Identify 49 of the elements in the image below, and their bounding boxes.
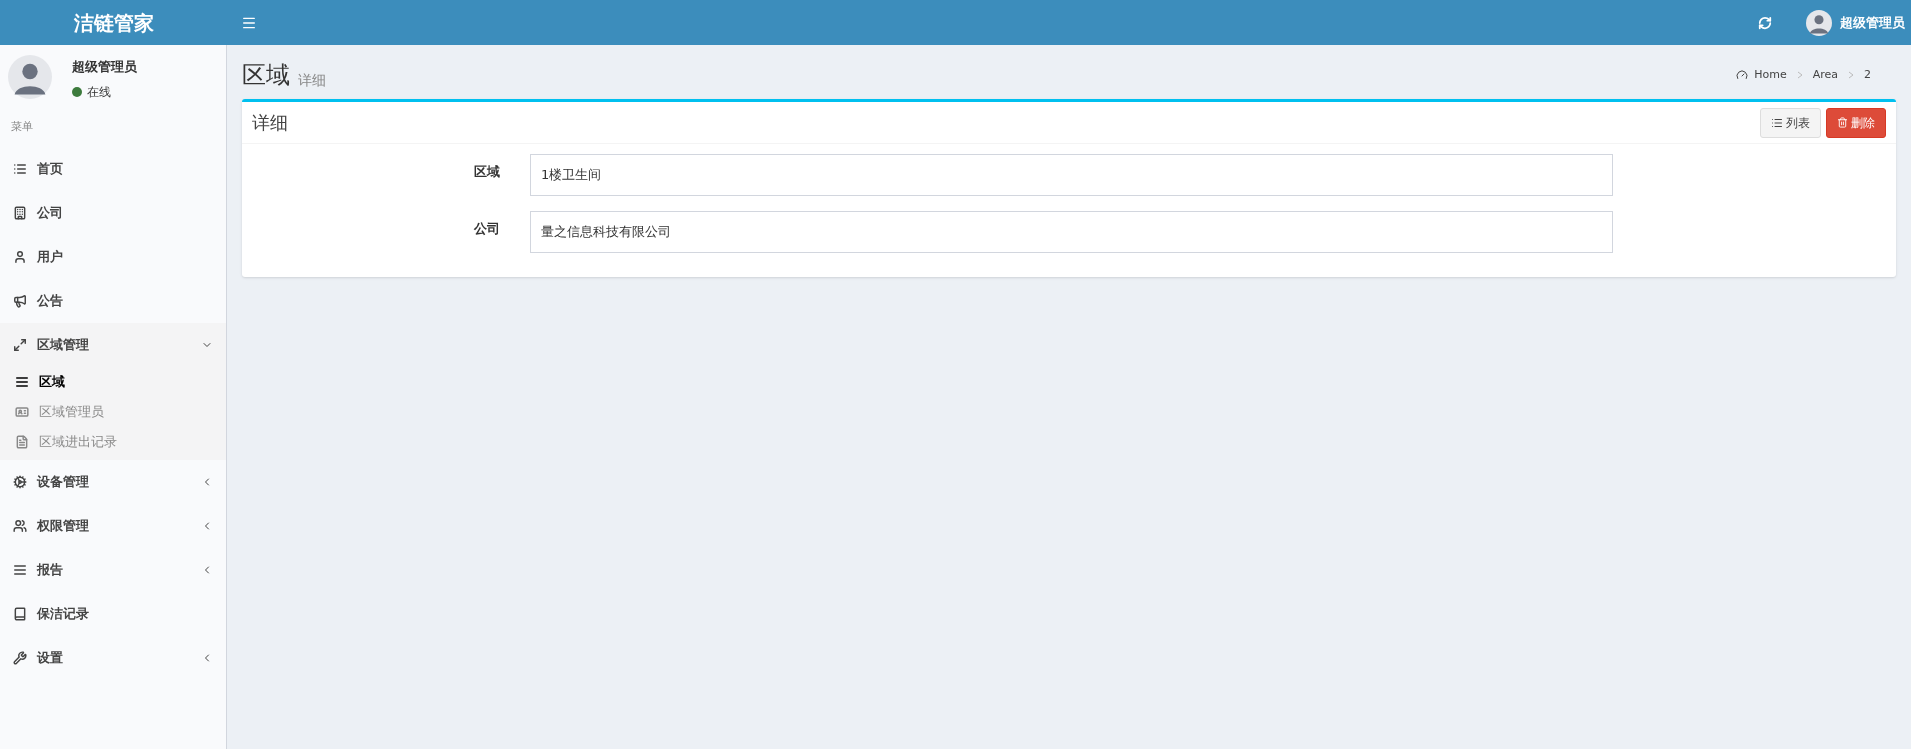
book-icon	[13, 607, 27, 621]
sidebar-item[interactable]: 设置	[0, 636, 226, 680]
document-icon	[15, 435, 29, 449]
breadcrumb-link[interactable]: 2	[1864, 66, 1871, 83]
avatar-icon	[8, 55, 52, 99]
sidebar-item[interactable]: 报告	[0, 548, 226, 592]
user-icon	[13, 250, 27, 264]
user-menu[interactable]: 超级管理员	[1806, 9, 1905, 36]
sidebar-item[interactable]: 权限管理	[0, 504, 226, 548]
sidebar-item[interactable]: 用户	[0, 235, 226, 279]
gear-icon	[13, 475, 27, 489]
sidebar-item[interactable]: 公告	[0, 279, 226, 323]
wrench-icon	[13, 651, 27, 665]
breadcrumb-link[interactable]: Home	[1754, 66, 1787, 83]
megaphone-icon	[13, 294, 27, 308]
list-icon	[1771, 116, 1783, 129]
expand-arrows-icon	[13, 338, 27, 352]
bars-icon	[13, 563, 27, 577]
bars-icon	[15, 375, 29, 389]
delete-button[interactable]: 删除	[1826, 107, 1886, 138]
users-icon	[13, 519, 27, 533]
sidebar-item[interactable]: 区域管理	[0, 323, 226, 367]
text-field[interactable]: 量之信息科技有限公司	[530, 211, 1613, 253]
sidebar-item[interactable]: 保洁记录	[0, 592, 226, 636]
text-field[interactable]: 1楼卫生间	[530, 154, 1613, 196]
field-label: 区域	[473, 163, 501, 181]
app-logo: 洁链管家	[73, 9, 154, 37]
trash-icon	[1837, 117, 1848, 128]
field-label: 公司	[473, 220, 501, 238]
status-text: 在线	[87, 83, 111, 101]
page-subtitle: 详细	[298, 73, 326, 87]
refresh-icon	[1758, 15, 1772, 30]
sidebar-item[interactable]: 公司	[0, 191, 226, 235]
breadcrumb-link[interactable]: Area	[1812, 66, 1838, 83]
submenu-item[interactable]: 区域	[0, 367, 226, 397]
list-icon	[13, 162, 27, 176]
sidebar-item[interactable]: 设备管理	[0, 460, 226, 504]
menu-heading: 菜单	[10, 118, 34, 135]
avatar-icon	[1806, 9, 1832, 36]
chevron-right-icon	[1796, 70, 1803, 79]
building-icon	[13, 206, 27, 220]
dashboard-icon	[1736, 68, 1749, 81]
id-card-icon	[15, 405, 29, 419]
user-name: 超级管理员	[72, 58, 137, 76]
chevron-right-icon	[1848, 70, 1854, 79]
card-title: 详细	[252, 111, 288, 135]
page-title: 区域	[242, 63, 290, 87]
sidebar-item[interactable]: 首页	[0, 147, 226, 191]
list-button[interactable]: 列表	[1760, 107, 1821, 138]
